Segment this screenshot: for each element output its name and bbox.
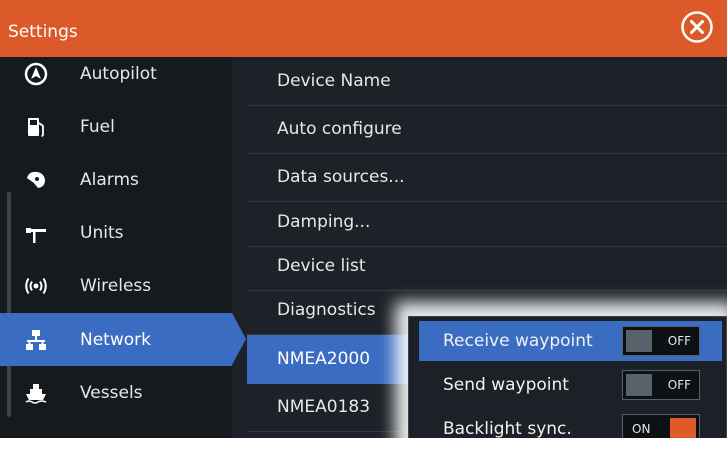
network-icon bbox=[26, 329, 46, 350]
sidebar-item-vessels[interactable]: Vessels bbox=[0, 366, 232, 419]
list-item-label: Auto configure bbox=[277, 119, 402, 139]
sidebar-item-network[interactable]: Network bbox=[0, 313, 232, 366]
popup-row-label: Send waypoint bbox=[443, 375, 569, 395]
sidebar-item-autopilot[interactable]: Autopilot bbox=[0, 47, 232, 100]
sidebar-item-label: Units bbox=[80, 222, 124, 243]
sidebar-item-fuel[interactable]: Fuel bbox=[0, 100, 232, 153]
wireless-icon bbox=[25, 277, 47, 294]
sidebar-item-wireless[interactable]: Wireless bbox=[0, 259, 232, 312]
toggle-knob bbox=[626, 330, 652, 352]
list-item-device-list[interactable]: Device list bbox=[247, 242, 727, 291]
sidebar-item-label: Fuel bbox=[80, 116, 115, 137]
fuel-pump-icon bbox=[28, 117, 44, 137]
popup-row-label: Receive waypoint bbox=[443, 331, 593, 351]
toggle-knob bbox=[670, 418, 696, 440]
sidebar-item-alarms[interactable]: Alarms bbox=[0, 153, 232, 206]
list-item-auto-configure[interactable]: Auto configure bbox=[247, 105, 727, 154]
list-item-damping[interactable]: Damping... bbox=[247, 198, 727, 247]
list-item-label: Device list bbox=[277, 256, 366, 276]
receive-waypoint-toggle[interactable]: OFF bbox=[622, 326, 700, 356]
send-waypoint-toggle[interactable]: OFF bbox=[622, 370, 700, 400]
toggle-state-label: OFF bbox=[667, 378, 691, 392]
list-item-data-sources[interactable]: Data sources... bbox=[247, 153, 727, 202]
list-item-label: Diagnostics bbox=[277, 300, 376, 320]
toggle-state-label: OFF bbox=[667, 334, 691, 348]
selection-pointer bbox=[232, 313, 246, 365]
settings-sidebar: Autopilot Fuel Alarms Units Wireless Net… bbox=[0, 57, 232, 438]
list-item-label: NMEA2000 bbox=[277, 349, 371, 369]
popup-row-send-waypoint[interactable]: Send waypoint OFF bbox=[419, 365, 722, 405]
sidebar-item-units[interactable]: Units bbox=[0, 206, 232, 259]
nmea2000-options-popup: Receive waypoint OFF Send waypoint OFF B… bbox=[408, 316, 727, 454]
toggle-state-label: ON bbox=[632, 422, 651, 436]
sidebar-item-label: Vessels bbox=[80, 382, 143, 403]
list-item-nmea2000[interactable]: NMEA2000 bbox=[247, 335, 417, 384]
sidebar-item-label: Autopilot bbox=[80, 63, 157, 84]
list-item-device-name[interactable]: Device Name bbox=[247, 57, 727, 106]
window-title: Settings bbox=[8, 22, 78, 42]
list-item-label: Device Name bbox=[277, 71, 391, 91]
popup-row-label: Backlight sync. bbox=[443, 419, 572, 439]
autopilot-icon bbox=[24, 62, 48, 85]
alarm-bell-icon bbox=[27, 171, 45, 188]
list-item-label: Damping... bbox=[277, 212, 371, 232]
list-item-label: NMEA0183 bbox=[277, 397, 371, 417]
sidebar-item-label: Alarms bbox=[80, 169, 139, 190]
units-ruler-icon bbox=[26, 227, 46, 243]
sidebar-item-label: Network bbox=[80, 329, 151, 350]
close-icon[interactable] bbox=[679, 9, 715, 45]
bottom-margin bbox=[0, 438, 727, 454]
vessels-icon bbox=[25, 383, 47, 404]
popup-row-receive-waypoint[interactable]: Receive waypoint OFF bbox=[419, 321, 722, 361]
toggle-knob bbox=[626, 374, 652, 396]
list-item-label: Data sources... bbox=[277, 167, 405, 187]
sidebar-item-label: Wireless bbox=[80, 275, 152, 296]
